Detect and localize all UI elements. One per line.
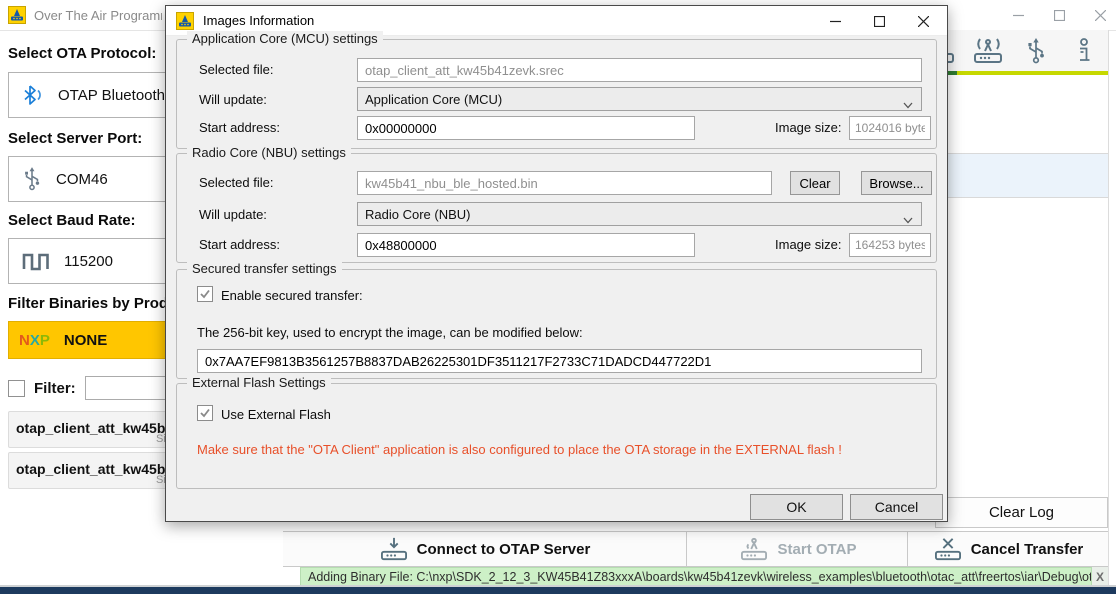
filter-binaries-label: Filter Binaries by Product [8,295,191,312]
key-hint-text: The 256-bit key, used to encrypt the ima… [197,325,583,340]
image-size-label: Image size: [775,120,841,135]
status-close-button[interactable]: X [1092,567,1108,587]
ok-button[interactable]: OK [750,494,843,520]
dialog-title: Images Information [203,13,314,28]
radio-will-update-value: Radio Core (NBU) [365,207,470,222]
app-will-update-value: Application Core (MCU) [365,92,502,107]
use-external-flash-label: Use External Flash [221,407,331,422]
radio-core-legend: Radio Core (NBU) settings [187,145,351,160]
filter-checkbox[interactable] [8,380,25,397]
external-flash-group: External Flash Settings Use External Fla… [176,383,937,489]
cancel-router-icon [933,536,963,562]
radio-image-size-field [849,233,931,257]
close-icon[interactable] [1095,10,1106,21]
bluetooth-icon [22,84,44,106]
start-router-icon [738,536,770,562]
dialog-controls [813,6,945,36]
app-selected-file-field [357,58,922,82]
selected-file-label: Selected file: [199,62,273,77]
app-logo-icon [8,6,26,24]
secured-transfer-legend: Secured transfer settings [187,261,342,276]
status-bar: Adding Binary File: C:\nxp\SDK_2_12_3_KW… [300,567,1092,587]
app-image-size-field [849,116,931,140]
app-window: Over The Air Programming [0,0,1116,594]
encryption-key-field[interactable] [197,349,922,373]
browse-button[interactable]: Browse... [861,171,932,195]
nxp-logo-icon: NXP [19,332,50,349]
app-core-group: Application Core (MCU) settings Selected… [176,39,937,149]
baud-label: Select Baud Rate: [8,212,136,229]
connect-otap-server-button[interactable]: Connect to OTAP Server [283,532,687,566]
dialog-maximize-icon[interactable] [857,6,901,36]
app-core-legend: Application Core (MCU) settings [187,31,383,46]
baud-value: 115200 [64,253,113,270]
dialog-app-icon [176,12,194,30]
maximize-icon[interactable] [1054,10,1065,21]
cancel-transfer-label: Cancel Transfer [971,541,1084,558]
footer-buttons: Connect to OTAP Server Start OTAP Cancel… [283,531,1108,567]
secured-transfer-group: Secured transfer settings Enable secured… [176,269,937,379]
main-window-controls [1013,0,1106,30]
external-flash-legend: External Flash Settings [187,375,331,390]
cancel-button[interactable]: Cancel [850,494,943,520]
enable-secured-checkbox[interactable] [197,286,213,302]
port-value: COM46 [56,171,108,188]
toolbar-usb-icon[interactable] [1016,34,1056,68]
external-flash-warning: Make sure that the "OTA Client" applicat… [197,442,842,457]
status-text: Adding Binary File: C:\nxp\SDK_2_12_3_KW… [301,570,1092,584]
square-wave-icon [22,251,50,271]
image-size-label: Image size: [775,237,841,252]
connect-label: Connect to OTAP Server [417,541,591,558]
minimize-icon[interactable] [1013,10,1024,21]
app-start-address-field[interactable] [357,116,695,140]
images-information-dialog: Images Information Application Core (MCU… [165,5,948,522]
connect-router-icon [379,536,409,562]
radio-start-address-field[interactable] [357,233,695,257]
use-external-flash-checkbox[interactable] [197,405,213,421]
window-right-border [1108,30,1109,586]
port-label: Select Server Port: [8,130,142,147]
filter-label: Filter: [34,380,76,397]
protocol-value: OTAP Bluetooth [58,87,165,104]
protocol-label: Select OTA Protocol: [8,45,156,62]
enable-secured-label: Enable secured transfer: [221,288,363,303]
window-bottom-strip [0,587,1116,594]
dialog-action-buttons: OK Cancel [750,494,943,520]
will-update-label: Will update: [199,207,267,222]
cancel-transfer-button[interactable]: Cancel Transfer [908,532,1108,566]
clear-log-label: Clear Log [989,504,1054,521]
check-icon [199,407,211,419]
product-filter-value: NONE [64,332,107,349]
start-label: Start OTAP [778,541,857,558]
start-address-label: Start address: [199,120,280,135]
chevron-down-icon [903,212,913,227]
radio-core-group: Radio Core (NBU) settings Selected file:… [176,153,937,263]
start-address-label: Start address: [199,237,280,252]
check-icon [199,288,211,300]
toolbar-info-icon[interactable] [1064,34,1104,68]
app-will-update-dropdown[interactable]: Application Core (MCU) [357,87,922,111]
clear-button[interactable]: Clear [790,171,840,195]
main-window-title: Over The Air Programming [34,8,162,23]
will-update-label: Will update: [199,92,267,107]
start-otap-button[interactable]: Start OTAP [687,532,908,566]
dialog-close-icon[interactable] [901,6,945,36]
clear-log-button[interactable]: Clear Log [935,497,1108,528]
radio-selected-file-field [357,171,772,195]
selected-file-label: Selected file: [199,175,273,190]
toolbar-start-otap-icon[interactable] [968,34,1008,68]
chevron-down-icon [903,97,913,112]
usb-icon [22,166,42,192]
radio-will-update-dropdown[interactable]: Radio Core (NBU) [357,202,922,226]
dialog-minimize-icon[interactable] [813,6,857,36]
